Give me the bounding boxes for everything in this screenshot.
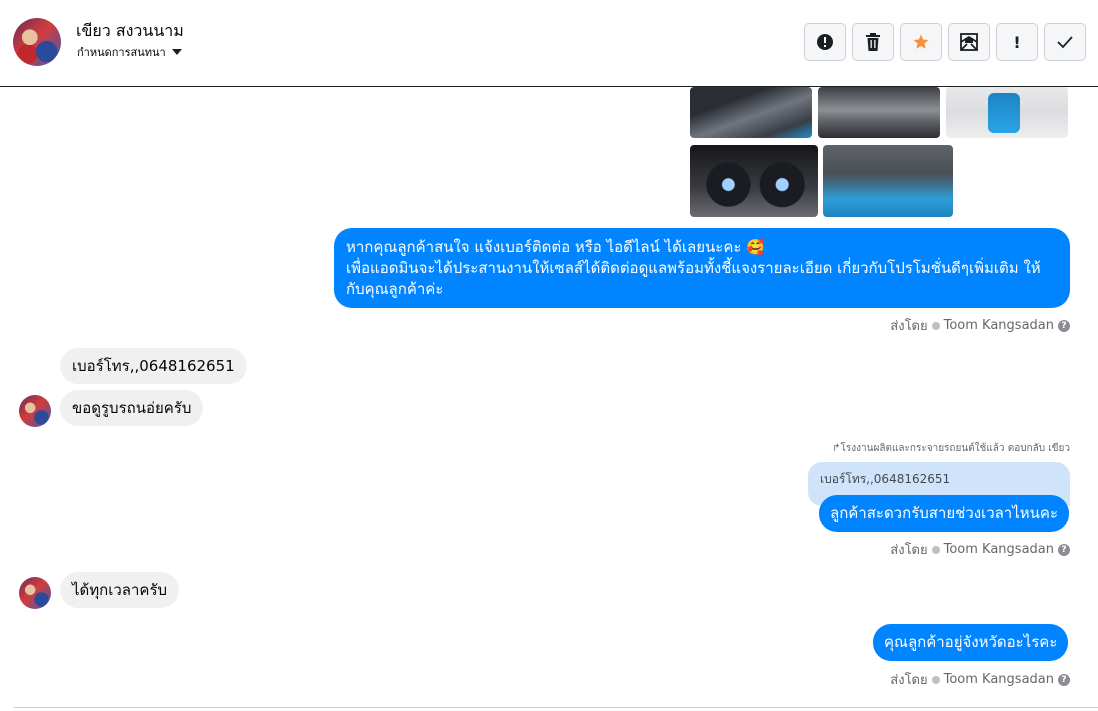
- incoming-message[interactable]: เบอร์โทร,,0648162651: [60, 348, 247, 384]
- contact-name[interactable]: เขียว สงวนนาม: [76, 19, 184, 44]
- sender-name: Toom Kangsadan: [943, 542, 1054, 557]
- status-dot-icon: [931, 675, 940, 684]
- sent-by-info: ส่งโดย Toom Kangsadan ?: [890, 315, 1070, 336]
- caret-down-icon: [171, 49, 182, 55]
- sent-by-prefix: ส่งโดย: [890, 543, 928, 558]
- important-label: !: [1013, 32, 1021, 52]
- status-dot-icon: [931, 545, 940, 554]
- sender-avatar[interactable]: [19, 395, 51, 427]
- message-line: หากคุณลูกค้าสนใจ แจ้งเบอร์ติดต่อ หรือ ไอ…: [346, 238, 765, 256]
- mark-unread-button[interactable]: [948, 23, 990, 61]
- sent-by-prefix: ส่งโดย: [890, 673, 928, 688]
- sender-name: Toom Kangsadan: [943, 318, 1054, 333]
- sender-avatar[interactable]: [19, 577, 51, 609]
- photo-attachment[interactable]: [690, 87, 812, 138]
- envelope-icon: [960, 33, 978, 51]
- outgoing-message[interactable]: คุณลูกค้าอยู่จังหวัดอะไรคะ: [873, 624, 1069, 661]
- reply-context: ↱โรงงานผลิตและกระจายรถยนต์ใช้แล้ว ตอบกลั…: [832, 443, 1070, 454]
- photo-attachment[interactable]: [946, 87, 1068, 138]
- trash-icon: [866, 33, 880, 51]
- sent-by-info: ส่งโดย Toom Kangsadan ?: [890, 669, 1070, 690]
- photo-attachment[interactable]: [823, 145, 953, 217]
- composer-divider: [14, 707, 1098, 708]
- conversation-settings-dropdown[interactable]: กำหนดการสนทนา: [77, 43, 182, 61]
- message-line: กับคุณลูกค้าค่ะ: [346, 280, 444, 298]
- status-dot-icon: [931, 321, 940, 330]
- sender-name: Toom Kangsadan: [943, 672, 1054, 687]
- outgoing-message[interactable]: หากคุณลูกค้าสนใจ แจ้งเบอร์ติดต่อ หรือ ไอ…: [334, 228, 1070, 308]
- outgoing-message[interactable]: ลูกค้าสะดวกรับสายช่วงเวลาไหนคะ: [819, 495, 1070, 532]
- mark-done-button[interactable]: [1044, 23, 1086, 61]
- photo-attachment[interactable]: [690, 145, 818, 217]
- sent-by-prefix: ส่งโดย: [890, 319, 928, 334]
- mark-spam-button[interactable]: [804, 23, 846, 61]
- star-button[interactable]: [900, 23, 942, 61]
- help-icon[interactable]: ?: [1058, 673, 1070, 686]
- help-icon[interactable]: ?: [1058, 319, 1070, 332]
- conversation-header: เขียว สงวนนาม กำหนดการสนทนา !: [0, 0, 1098, 87]
- help-icon[interactable]: ?: [1058, 543, 1070, 556]
- incoming-message[interactable]: ได้ทุกเวลาครับ: [60, 572, 180, 608]
- contact-avatar[interactable]: [13, 18, 61, 66]
- message-line: เพื่อแอดมินจะได้ประสานงานให้เซลส์ได้ติดต…: [346, 259, 1041, 277]
- photo-attachment[interactable]: [818, 87, 940, 138]
- conversation-settings-label: กำหนดการสนทนา: [77, 46, 166, 59]
- important-button[interactable]: !: [996, 23, 1038, 61]
- sent-by-info: ส่งโดย Toom Kangsadan ?: [890, 539, 1070, 560]
- conversation-toolbar: !: [804, 23, 1086, 61]
- check-icon: [1057, 36, 1073, 49]
- delete-button[interactable]: [852, 23, 894, 61]
- exclamation-circle-icon: [817, 34, 833, 50]
- incoming-message[interactable]: ขอดูรูบรถนอ่ยครับ: [60, 390, 204, 426]
- star-icon: [913, 34, 929, 49]
